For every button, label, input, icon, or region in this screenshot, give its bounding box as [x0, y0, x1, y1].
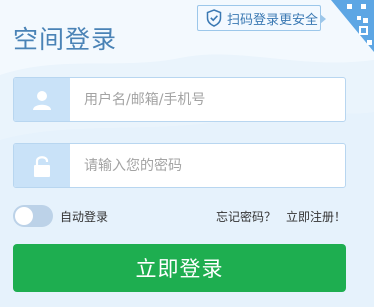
- qr-login-tip[interactable]: 扫码登录更安全: [197, 5, 326, 31]
- forgot-password-link[interactable]: 忘记密码？: [216, 208, 276, 225]
- login-button[interactable]: 立即登录: [13, 244, 346, 292]
- login-options-row: 自动登录 忘记密码？ 立即注册！: [13, 204, 346, 228]
- password-field[interactable]: [13, 143, 346, 188]
- register-link[interactable]: 立即注册！: [286, 208, 346, 225]
- toggle-knob: [15, 207, 33, 225]
- lock-icon: [34, 155, 50, 177]
- username-input[interactable]: [82, 78, 345, 121]
- auto-login-toggle[interactable]: [13, 205, 53, 227]
- qr-tip-label: 扫码登录更安全: [227, 12, 319, 28]
- password-input[interactable]: [82, 144, 345, 187]
- qr-code-icon[interactable]: [331, 0, 374, 52]
- page-title: 空间登录: [13, 25, 118, 54]
- auto-login-label: 自动登录: [60, 209, 109, 224]
- username-field[interactable]: [13, 77, 346, 122]
- password-icon-box: [14, 144, 70, 187]
- link-spacer: [276, 208, 286, 225]
- account-links: 忘记密码？ 立即注册！: [216, 208, 346, 225]
- username-icon-box: [14, 78, 70, 121]
- user-icon: [33, 90, 51, 110]
- shield-check-icon: [206, 9, 222, 27]
